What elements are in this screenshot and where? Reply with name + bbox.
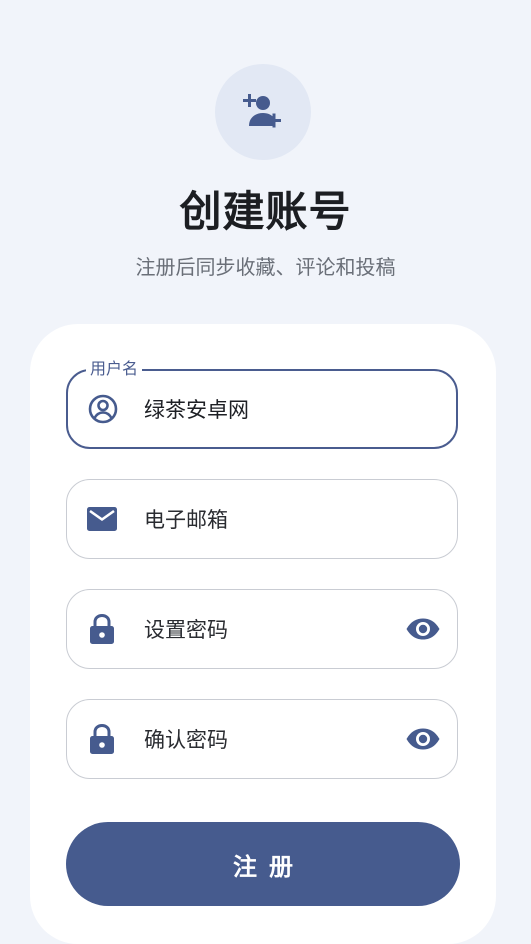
account-circle-icon xyxy=(86,392,120,426)
confirm-password-input[interactable]: 确认密码 xyxy=(144,724,228,754)
register-button[interactable]: 注册 xyxy=(66,822,460,906)
username-label: 用户名 xyxy=(86,358,143,380)
email-input[interactable]: 电子邮箱 xyxy=(144,504,228,534)
password-field[interactable]: 设置密码 xyxy=(66,589,458,669)
password-input[interactable]: 设置密码 xyxy=(144,614,228,644)
lock-icon xyxy=(85,722,119,756)
mail-icon xyxy=(85,502,119,536)
email-field[interactable]: 电子邮箱 xyxy=(66,479,458,559)
username-input[interactable]: 绿茶安卓网 xyxy=(144,394,249,424)
person-add-icon xyxy=(243,94,281,128)
register-form-card: 用户名 绿茶安卓网 电子邮箱 设置密码 确认密码 注册 xyxy=(30,324,496,944)
eye-icon[interactable] xyxy=(405,611,441,647)
page-title: 创建账号 xyxy=(179,187,352,236)
confirm-password-field[interactable]: 确认密码 xyxy=(66,699,458,779)
lock-icon xyxy=(85,612,119,646)
page-subtitle: 注册后同步收藏、评论和投稿 xyxy=(135,255,396,279)
header-avatar xyxy=(215,64,311,160)
eye-icon[interactable] xyxy=(405,721,441,757)
username-field[interactable]: 用户名 绿茶安卓网 xyxy=(66,358,458,449)
